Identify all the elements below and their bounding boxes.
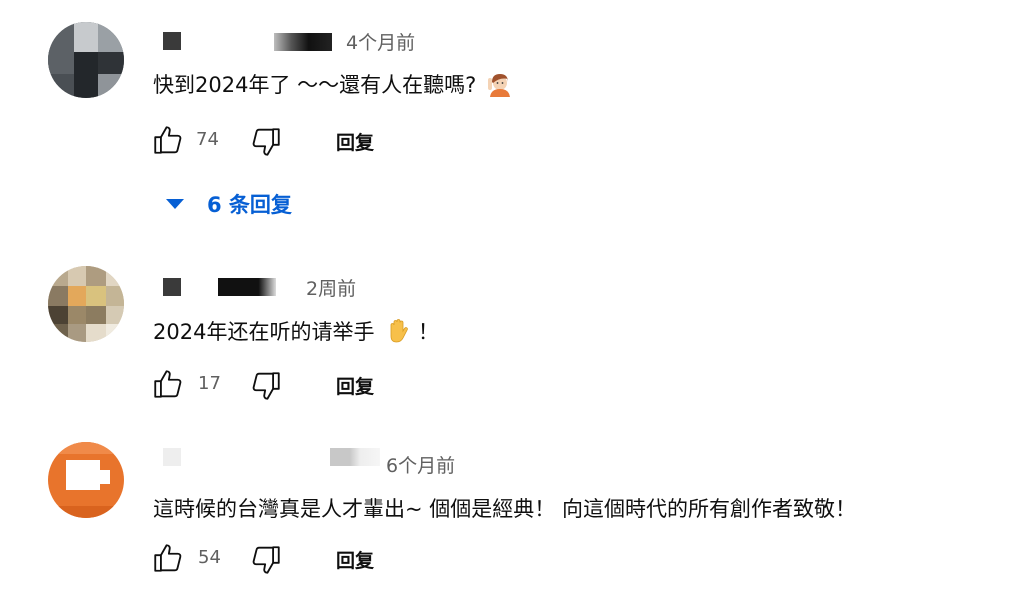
- like-button[interactable]: [148, 538, 188, 578]
- raised-hand-icon: [385, 318, 411, 344]
- thumbs-up-icon: [154, 370, 182, 398]
- comment-time: 4个月前: [346, 32, 416, 54]
- username-redacted[interactable]: [163, 448, 181, 466]
- reply-button[interactable]: 回复: [336, 128, 374, 155]
- username-redacted[interactable]: [163, 278, 181, 296]
- dislike-button[interactable]: [246, 366, 286, 406]
- username-redacted[interactable]: [330, 448, 380, 466]
- comment-time: 2周前: [306, 278, 357, 300]
- comment-text: 這時候的台灣真是人才輩出~ 個個是經典！ 向這個時代的所有創作者致敬！: [153, 493, 856, 523]
- comment-text-body: 2024年还在听的请举手: [153, 320, 375, 344]
- reply-button[interactable]: 回复: [336, 372, 374, 399]
- caret-down-icon: [166, 199, 184, 209]
- comment-text-suffix: ！: [417, 320, 439, 344]
- thumbs-down-icon: [252, 546, 280, 574]
- view-replies-button[interactable]: 6 条回复: [165, 189, 292, 219]
- comment-thread-3: 6个月前 這時候的台灣真是人才輩出~ 個個是經典！ 向這個時代的所有創作者致敬！…: [0, 430, 1024, 594]
- avatar[interactable]: [48, 22, 124, 98]
- like-count: 54: [198, 547, 221, 568]
- like-count: 17: [198, 373, 221, 394]
- thumbs-up-icon: [154, 126, 182, 154]
- like-button[interactable]: [148, 364, 188, 404]
- thumbs-up-icon: [154, 544, 182, 572]
- avatar[interactable]: [48, 266, 124, 342]
- person-raising-hand-icon: [487, 71, 513, 97]
- thumbs-down-icon: [252, 372, 280, 400]
- comment-actions: 17 回复: [0, 364, 400, 404]
- comment-actions: 54 回复: [0, 538, 400, 578]
- username-redacted[interactable]: [163, 32, 181, 50]
- comment-thread-2: 2周前 2024年还在听的请举手 ！ 17 回复: [0, 230, 1024, 430]
- like-button[interactable]: [148, 120, 188, 160]
- like-count: 74: [196, 129, 219, 150]
- reply-button[interactable]: 回复: [336, 546, 374, 573]
- username-redacted[interactable]: [274, 33, 332, 51]
- comment-text-body: 這時候的台灣真是人才輩出~ 個個是經典！ 向這個時代的所有創作者致敬！: [153, 497, 856, 521]
- comment-text: 2024年还在听的请举手 ！: [153, 316, 439, 346]
- view-replies-label: 6 条回复: [207, 193, 292, 217]
- username-redacted[interactable]: [218, 278, 276, 296]
- comment-actions: 74 回复: [0, 120, 400, 160]
- dislike-button[interactable]: [246, 540, 286, 580]
- dislike-button[interactable]: [246, 122, 286, 162]
- comment-text: 快到2024年了 ～～還有人在聽嗎?: [153, 69, 513, 99]
- avatar[interactable]: [48, 442, 124, 518]
- comment-time: 6个月前: [386, 455, 456, 477]
- thumbs-down-icon: [252, 128, 280, 156]
- comment-thread-1: 4个月前 快到2024年了 ～～還有人在聽嗎? 74 回复 6 条回复: [0, 0, 1024, 230]
- comment-text-body: 快到2024年了 ～～還有人在聽嗎?: [153, 73, 477, 97]
